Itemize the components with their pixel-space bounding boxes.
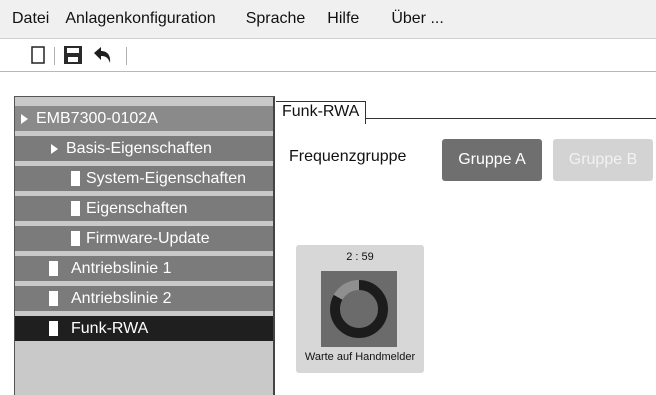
document-icon	[71, 201, 80, 216]
menu-hilfe[interactable]: Hilfe	[313, 9, 367, 29]
menu-ueber[interactable]: Über ...	[367, 9, 451, 29]
tree-item-label: Antriebslinie 2	[71, 289, 172, 307]
tree-item-emb7300[interactable]: EMB7300-0102A	[15, 106, 273, 132]
tree-item-funk-rwa[interactable]: Funk-RWA	[15, 316, 273, 342]
progress-ring-icon	[321, 271, 397, 347]
tree-item-label: EMB7300-0102A	[36, 109, 158, 127]
menu-sprache[interactable]: Sprache	[224, 9, 314, 29]
menu-anlagenkonfiguration[interactable]: Anlagenkonfiguration	[57, 9, 223, 29]
save-icon	[64, 46, 82, 64]
tree-item-label: Firmware-Update	[86, 229, 210, 247]
tree-item-system-eigenschaften[interactable]: System-Eigenschaften	[15, 166, 273, 192]
document-icon	[49, 321, 58, 336]
new-document-button[interactable]	[26, 43, 50, 67]
tree-item-label: Antriebslinie 1	[71, 259, 172, 277]
save-button[interactable]	[61, 43, 85, 67]
countdown-timer: 2 : 59	[346, 251, 374, 263]
expand-arrow-icon[interactable]	[21, 113, 28, 124]
tree-item-firmware-update[interactable]: Firmware-Update	[15, 226, 273, 252]
tree-item-label: Eigenschaften	[86, 199, 188, 217]
document-icon	[49, 291, 58, 306]
tab-funk-rwa[interactable]: Funk-RWA	[276, 101, 367, 124]
document-icon	[71, 171, 80, 186]
tree-item-eigenschaften[interactable]: Eigenschaften	[15, 196, 273, 222]
tree-item-antriebslinie-1[interactable]: Antriebslinie 1	[15, 256, 273, 282]
tree-item-label: Funk-RWA	[71, 319, 149, 337]
expand-arrow-icon[interactable]	[51, 143, 58, 154]
new-document-icon	[31, 46, 45, 64]
menu-bar: Datei Anlagenkonfiguration Sprache Hilfe…	[0, 0, 656, 39]
tree-item-basis-eigenschaften[interactable]: Basis-Eigenschaften	[15, 136, 273, 162]
tree-item-label: System-Eigenschaften	[86, 169, 247, 187]
tree-item-label: Basis-Eigenschaften	[66, 139, 212, 157]
undo-icon	[94, 47, 111, 63]
toolbar-separator	[54, 47, 55, 65]
handmelder-card: 2 : 59 Warte auf Handmelder	[296, 245, 424, 373]
undo-button[interactable]	[90, 43, 114, 67]
document-icon	[71, 231, 80, 246]
sidebar-tree: EMB7300-0102A Basis-Eigenschaften System…	[14, 96, 275, 395]
toolbar	[0, 39, 656, 72]
group-a-button[interactable]: Gruppe A	[442, 139, 542, 181]
tree-item-antriebslinie-2[interactable]: Antriebslinie 2	[15, 286, 273, 312]
menu-datei[interactable]: Datei	[0, 9, 57, 29]
frequency-group-label: Frequenzgruppe	[289, 148, 407, 165]
group-b-button[interactable]: Gruppe B	[553, 139, 653, 181]
card-caption: Warte auf Handmelder	[304, 351, 416, 363]
toolbar-separator	[126, 47, 127, 65]
document-icon	[49, 261, 58, 276]
